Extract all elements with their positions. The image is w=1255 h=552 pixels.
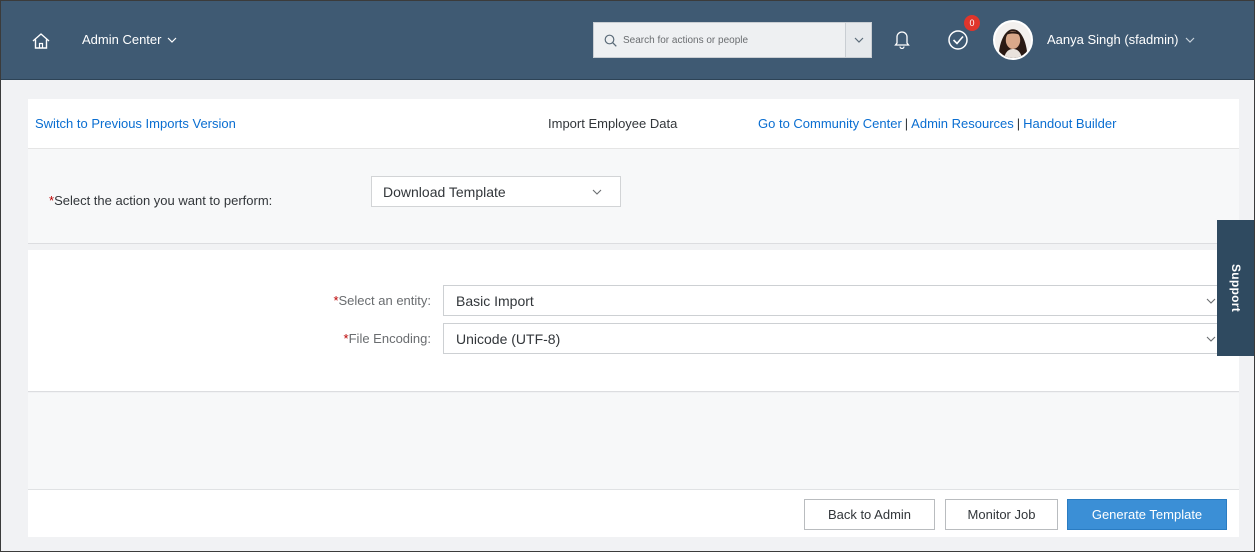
chevron-down-icon [854,37,863,43]
community-center-link[interactable]: Go to Community Center [758,116,902,131]
entity-label: *Select an entity: [333,293,431,308]
admin-resources-link[interactable]: Admin Resources [911,116,1014,131]
todo-count-badge: 0 [964,15,980,31]
link-separator: | [1016,116,1021,131]
link-separator: | [904,116,909,131]
empty-region [28,393,1239,489]
chevron-down-icon [1206,336,1216,342]
encoding-row: *File Encoding: Unicode (UTF-8) [28,323,1239,354]
shell-bar: Admin Center Search for actions or peopl… [1,1,1254,80]
monitor-job-button[interactable]: Monitor Job [945,499,1058,530]
search-scope-dropdown[interactable] [845,23,871,57]
encoding-label: *File Encoding: [344,331,431,346]
app-title-menu[interactable]: Admin Center [82,30,177,50]
encoding-select-value: Unicode (UTF-8) [456,330,561,347]
app-title-label: Admin Center [82,32,162,47]
back-to-admin-button[interactable]: Back to Admin [804,499,935,530]
entity-select[interactable]: Basic Import [443,285,1231,316]
avatar-photo-icon [995,22,1031,58]
chevron-down-icon [168,37,177,43]
search-input-area [594,23,845,57]
user-menu[interactable]: Aanya Singh (sfadmin) [1047,30,1195,50]
entity-label-text: Select an entity: [338,293,432,308]
entity-select-value: Basic Import [456,292,534,309]
footer-toolbar: Back to Admin Monitor Job Generate Templ… [28,489,1239,537]
user-name-label: Aanya Singh (sfadmin) [1047,32,1179,47]
resource-links: Go to Community Center | Admin Resources | H… [758,116,1116,131]
search-box [593,22,872,58]
entity-row: *Select an entity: Basic Import [28,285,1239,316]
chevron-down-icon [592,189,602,195]
page-title: Import Employee Data [548,116,678,131]
action-section: *Select the action you want to perform: … [28,149,1239,244]
action-select[interactable]: Download Template [371,176,621,207]
switch-previous-version-link[interactable]: Switch to Previous Imports Version [35,116,236,131]
search-input[interactable] [623,34,823,46]
home-icon[interactable] [32,33,50,49]
action-select-value: Download Template [383,183,506,200]
app-frame: Admin Center Search for actions or peopl… [0,0,1255,552]
generate-template-button[interactable]: Generate Template [1067,499,1227,530]
chevron-down-icon [1185,37,1194,43]
search-icon [604,34,617,47]
support-tab[interactable]: Support [1217,220,1254,356]
action-label-text: Select the action you want to perform: [54,193,273,208]
entity-form: *Select an entity: Basic Import *File En… [28,250,1239,392]
bell-icon[interactable] [894,29,910,49]
page-link-bar: Switch to Previous Imports Version Impor… [28,99,1239,149]
encoding-select[interactable]: Unicode (UTF-8) [443,323,1231,354]
handout-builder-link[interactable]: Handout Builder [1023,116,1116,131]
chevron-down-icon [1206,298,1216,304]
action-label: *Select the action you want to perform: [49,193,272,208]
support-tab-label: Support [1229,263,1244,313]
encoding-label-text: File Encoding: [348,331,431,346]
avatar[interactable] [993,20,1033,60]
